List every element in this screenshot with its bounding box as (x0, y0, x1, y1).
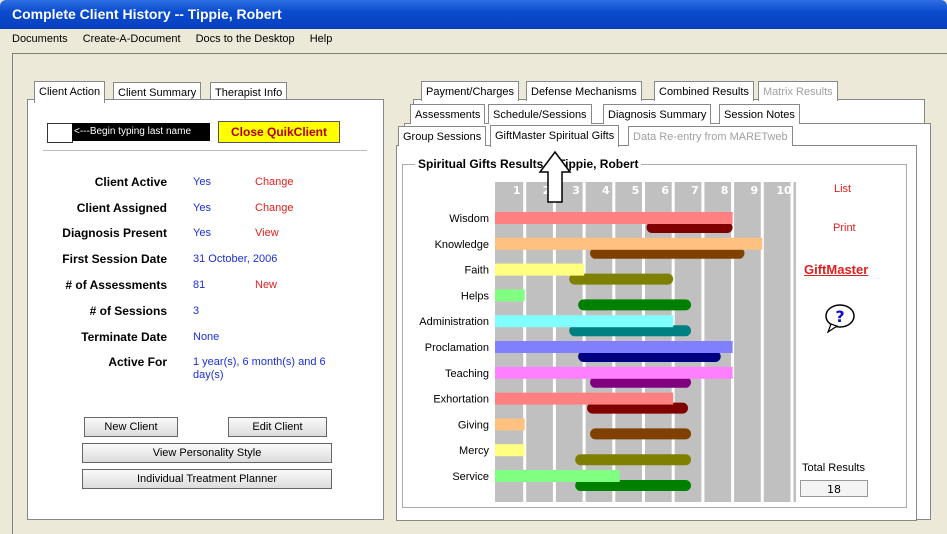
svg-text:?: ? (835, 307, 844, 326)
label-num-assessments: # of Assessments (65, 278, 167, 292)
value-client-active: Yes (193, 176, 211, 188)
label-diagnosis-present: Diagnosis Present (62, 226, 167, 240)
value-first-session-date: 31 October, 2006 (193, 253, 278, 265)
change-client-active-link[interactable]: Change (255, 176, 294, 188)
label-client-assigned: Client Assigned (76, 201, 167, 215)
label-num-sessions: # of Sessions (89, 304, 167, 318)
edit-client-button[interactable]: Edit Client (228, 417, 327, 437)
value-diagnosis-present: Yes (193, 227, 211, 239)
total-results-label: Total Results (802, 462, 865, 474)
view-personality-style-button[interactable]: View Personality Style (82, 443, 332, 463)
giftmaster-link[interactable]: GiftMaster (804, 262, 868, 277)
new-client-button[interactable]: New Client (84, 417, 178, 437)
menu-help[interactable]: Help (310, 29, 333, 49)
new-assessment-link[interactable]: New (255, 279, 277, 291)
tab-combined-results[interactable]: Combined Results (654, 81, 754, 101)
question-balloon-icon[interactable]: ? (823, 303, 857, 333)
tab-schedule-sessions[interactable]: Schedule/Sessions (488, 104, 592, 124)
value-active-for: 1 year(s), 6 month(s) and 6 day(s) (193, 356, 326, 381)
label-terminate-date: Terminate Date (81, 330, 167, 344)
tab-payment-charges[interactable]: Payment/Charges (421, 81, 520, 101)
tab-diagnosis-summary[interactable]: Diagnosis Summary (603, 104, 712, 124)
quik-search-hint: <---Begin typing last name (72, 123, 210, 141)
tab-matrix-results[interactable]: Matrix Results (758, 81, 838, 101)
quik-search-input[interactable] (47, 123, 73, 143)
menu-create-a-document[interactable]: Create-A-Document (83, 29, 181, 49)
tab-client-action[interactable]: Client Action (34, 81, 106, 103)
menu-docs-to-desktop[interactable]: Docs to the Desktop (196, 29, 295, 49)
label-client-active: Client Active (94, 175, 167, 189)
value-terminate-date: None (193, 331, 220, 343)
value-num-sessions: 3 (193, 305, 200, 317)
gifts-panel-title: Spiritual Gifts Results -- Tippie, Rober… (415, 157, 642, 171)
divider (43, 150, 367, 151)
change-client-assigned-link[interactable]: Change (255, 202, 294, 214)
arrow-pointer-icon (538, 150, 572, 203)
tab-group-sessions[interactable]: Group Sessions (398, 126, 487, 146)
tab-giftmaster-spiritual-gifts[interactable]: GiftMaster Spiritual Gifts (490, 125, 620, 147)
tab-data-reentry-maretweb[interactable]: Data Re-entry from MARETweb (628, 126, 793, 146)
close-quikclient-button[interactable]: Close QuikClient (218, 121, 340, 143)
window-title: Complete Client History -- Tippie, Rober… (0, 0, 947, 29)
total-results-value: 18 (800, 480, 868, 497)
view-diagnosis-link[interactable]: View (255, 227, 279, 239)
tab-defense-mechanisms[interactable]: Defense Mechanisms (526, 81, 642, 101)
menu-documents[interactable]: Documents (12, 29, 68, 49)
individual-treatment-planner-button[interactable]: Individual Treatment Planner (82, 469, 332, 489)
value-client-assigned: Yes (193, 202, 211, 214)
menu-bar: Documents Create-A-Document Docs to the … (0, 29, 947, 49)
tab-assessments[interactable]: Assessments (410, 104, 486, 124)
print-link[interactable]: Print (833, 222, 856, 234)
label-first-session-date: First Session Date (62, 252, 167, 266)
value-num-assessments: 81 (193, 279, 206, 291)
gifts-groupbox (402, 164, 907, 508)
list-link[interactable]: List (834, 183, 851, 195)
label-active-for: Active For (108, 355, 167, 369)
tab-session-notes[interactable]: Session Notes (719, 104, 800, 124)
